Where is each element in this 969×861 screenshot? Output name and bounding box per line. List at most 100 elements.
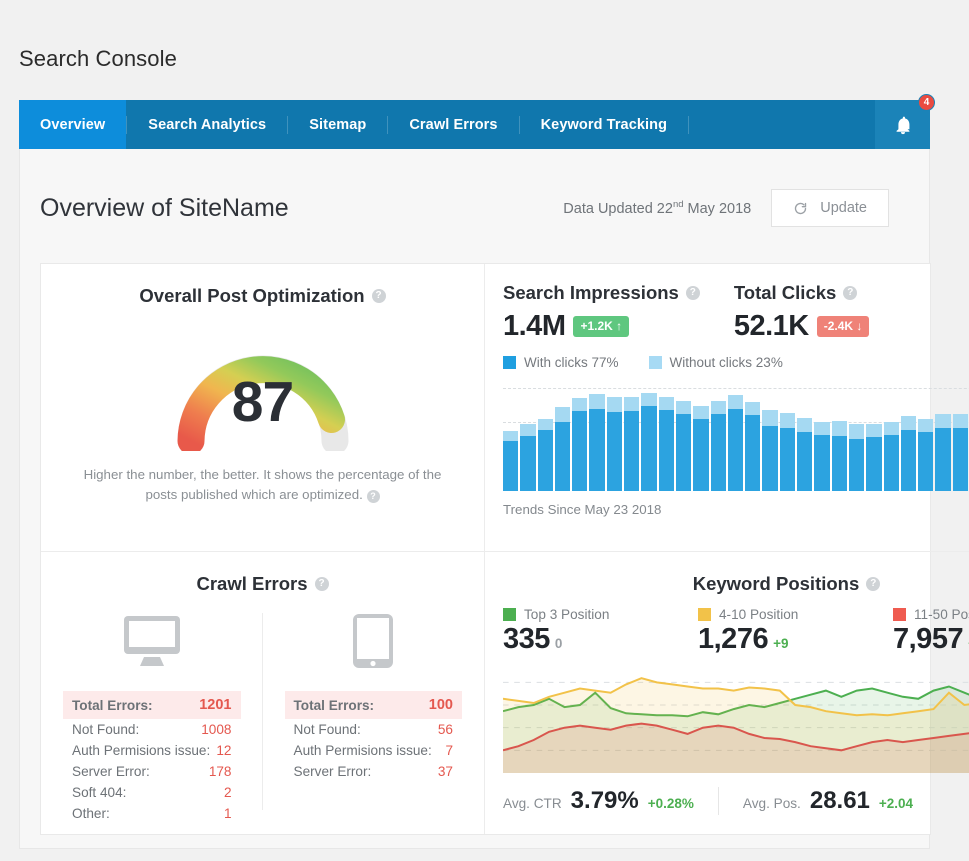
crawl-row-value: 1 [223,806,232,821]
trends-note: Trends Since May 23 2018 [503,502,662,517]
optimization-note: Higher the number, the better. It shows … [83,465,443,505]
table-row: Not Found: 1008 [63,719,241,740]
bar [572,397,588,491]
bar-segment-with-clicks [779,428,796,491]
crawl-row-label: Server Error: [72,764,150,779]
dashboard-cards: Overall Post Optimization ? 87 Higher th… [40,263,969,835]
bar-segment-with-clicks [710,414,726,491]
help-icon[interactable]: ? [314,577,329,591]
crawl-row-label: Soft 404: [72,785,127,800]
notifications-button[interactable]: 4 [875,94,935,149]
crawl-row-label: Auth Permisions issue: [72,743,211,758]
keyword-item-4-10[interactable]: 4-10 Position 1,276 +9 [698,607,893,656]
crawl-column-mobile: Total Errors: 100 Not Found: 56 Auth Perm… [263,605,485,834]
update-button[interactable]: Update [771,189,889,227]
clicks-title-text: Total Clicks [733,282,837,303]
bar-segment-without-clicks [658,396,674,411]
optimization-note-text: Higher the number, the better. It shows … [83,467,442,502]
crawl-row-label: Server Error: [293,764,372,779]
bar [900,416,917,491]
bar-segment-with-clicks [641,405,657,491]
bar-segment-with-clicks [762,425,778,491]
bar-segment-without-clicks [641,393,657,406]
bar-segment-with-clicks [900,430,917,491]
tab-search-analytics-label: Search Analytics [148,116,267,133]
bar-segment-with-clicks [727,409,744,491]
help-icon[interactable]: ? [866,577,881,591]
bar-segment-with-clicks [675,414,692,491]
legend-without-clicks[interactable]: Without clicks 23% [648,355,783,370]
optimization-gauge: 87 [41,313,484,451]
help-icon[interactable]: ? [843,286,858,300]
bar [814,421,830,491]
refresh-icon [793,201,808,216]
help-icon[interactable]: ? [371,289,386,303]
card-search-impressions: Search Impressions ? 1.4M +1.2K ↑ Total … [485,264,969,552]
bar-segment-without-clicks [745,401,761,416]
keyword-11-50-value-row: 7,957 +25 [893,623,969,656]
bar [883,421,899,491]
notification-badge: 4 [918,94,935,111]
table-row: Not Found: 56 [285,719,463,740]
bar [952,414,969,491]
crawl-errors-title: Crawl Errors ? [41,552,484,595]
bar-segment-with-clicks [606,412,623,491]
tab-keyword-tracking[interactable]: Keyword Tracking [520,100,689,149]
bar [658,396,674,491]
help-icon[interactable]: ? [685,286,700,300]
impressions-legend: With clicks 77% Without clicks 23% [485,343,969,370]
crawl-row-value: 56 [437,722,453,737]
page-title: Overview of SiteName [40,193,289,222]
keyword-positions-title: Keyword Positions ? [485,552,969,595]
legend-swatch-icon [503,608,516,621]
page-root: Search Console Overview Search Analytics… [0,0,969,861]
bar-segment-with-clicks [693,418,709,491]
tab-sitemap[interactable]: Sitemap [288,100,387,149]
impressions-delta-badge: +1.2K ↑ [573,316,630,337]
bar-segment-without-clicks [831,420,847,437]
bar-segment-without-clicks [918,418,934,433]
metric-total-clicks: Total Clicks ? 52.1K -2.4K ↓ [734,282,870,343]
crawl-row-label: Not Found: [72,722,140,737]
bar-segment-with-clicks [797,432,813,491]
crawl-row-label: Other: [72,806,110,821]
crawl-total-label: Total Errors: [293,697,375,713]
clicks-value: 52.1K [733,310,809,342]
bar-segment-without-clicks [710,400,726,415]
tab-overview[interactable]: Overview [19,100,127,149]
crawl-row-label: Not Found: [293,722,361,737]
keyword-top3-label: Top 3 Position [524,607,610,622]
tab-search-analytics[interactable]: Search Analytics [127,100,287,149]
keyword-item-top3[interactable]: Top 3 Position 335 0 [503,607,698,656]
crawl-total-value: 100 [428,697,453,713]
bar [918,418,934,491]
data-updated-ordinal: nd [672,199,684,211]
bar [935,414,951,491]
legend-swatch-icon [893,608,906,621]
help-icon[interactable]: ? [366,490,380,503]
bar-segment-without-clicks [727,395,744,410]
tab-crawl-errors[interactable]: Crawl Errors [388,100,518,149]
app-title: Search Console [19,46,177,71]
bar-segment-with-clicks [935,428,951,491]
keyword-top3-value: 335 [503,623,550,655]
bar [797,417,813,491]
bar [866,423,882,491]
crawl-row-value: 7 [445,743,453,758]
legend-without-clicks-label: Without clicks 23% [669,355,783,370]
keyword-4-10-value-row: 1,276 +9 [698,623,893,656]
bar-segment-with-clicks [658,410,674,491]
bar [554,407,571,491]
legend-with-clicks[interactable]: With clicks 77% [503,355,619,370]
crawl-total-value: 1201 [199,697,232,713]
bar-segment-without-clicks [554,407,571,422]
bar-segment-with-clicks [589,409,605,491]
tab-keyword-tracking-label: Keyword Tracking [540,116,668,133]
keyword-item-11-50[interactable]: 11-50 Position 7,957 +25 [893,607,969,656]
crawl-total-label: Total Errors: [72,697,153,713]
bar-segment-without-clicks [883,421,899,436]
table-row: Soft 404: 2 [63,782,241,803]
bar [831,420,847,491]
crawl-row-value: 178 [208,764,232,779]
keyword-legend: Top 3 Position 335 0 4-10 Position 1,276… [485,595,969,656]
